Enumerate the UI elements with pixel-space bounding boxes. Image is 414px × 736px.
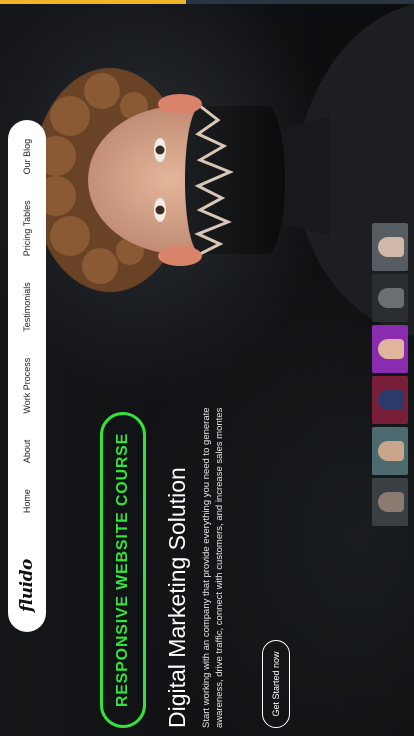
thumbnail-strip bbox=[372, 223, 408, 526]
thumbnail-figure bbox=[378, 288, 404, 308]
hero-portrait-image bbox=[32, 4, 414, 336]
landscape-page: fluido Home About Work Process Testimoni… bbox=[0, 4, 414, 736]
nav-item-about[interactable]: About bbox=[22, 440, 32, 464]
thumbnail-5[interactable] bbox=[372, 274, 408, 322]
nav-item-pricing-tables[interactable]: Pricing Tables bbox=[22, 200, 32, 256]
nav-item-testimonials[interactable]: Testimonials bbox=[22, 282, 32, 332]
thumbnail-4[interactable] bbox=[372, 325, 408, 373]
nav-item-home[interactable]: Home bbox=[22, 489, 32, 513]
thumbnail-2[interactable] bbox=[372, 427, 408, 475]
brand-logo[interactable]: fluido bbox=[17, 559, 37, 612]
thumbnail-figure bbox=[378, 492, 404, 512]
hero-title: Digital Marketing Solution bbox=[164, 467, 190, 728]
nav-item-our-blog[interactable]: Our Blog bbox=[22, 139, 32, 175]
thumbnail-figure bbox=[378, 441, 404, 461]
thumbnail-figure bbox=[378, 237, 404, 257]
hero-description: Start working with an company that provi… bbox=[201, 407, 225, 728]
get-started-button[interactable]: Get Started now bbox=[262, 640, 290, 728]
thumbnail-1[interactable] bbox=[372, 478, 408, 526]
thumbnail-figure bbox=[378, 390, 404, 410]
hero-badge: RESPONSIVE WEBSITE COURSE bbox=[100, 412, 146, 728]
top-navbar: fluido Home About Work Process Testimoni… bbox=[8, 120, 46, 632]
nav-item-work-process[interactable]: Work Process bbox=[22, 358, 32, 414]
thumbnail-6[interactable] bbox=[372, 223, 408, 271]
thumbnail-3[interactable] bbox=[372, 376, 408, 424]
thumbnail-figure bbox=[378, 339, 404, 359]
